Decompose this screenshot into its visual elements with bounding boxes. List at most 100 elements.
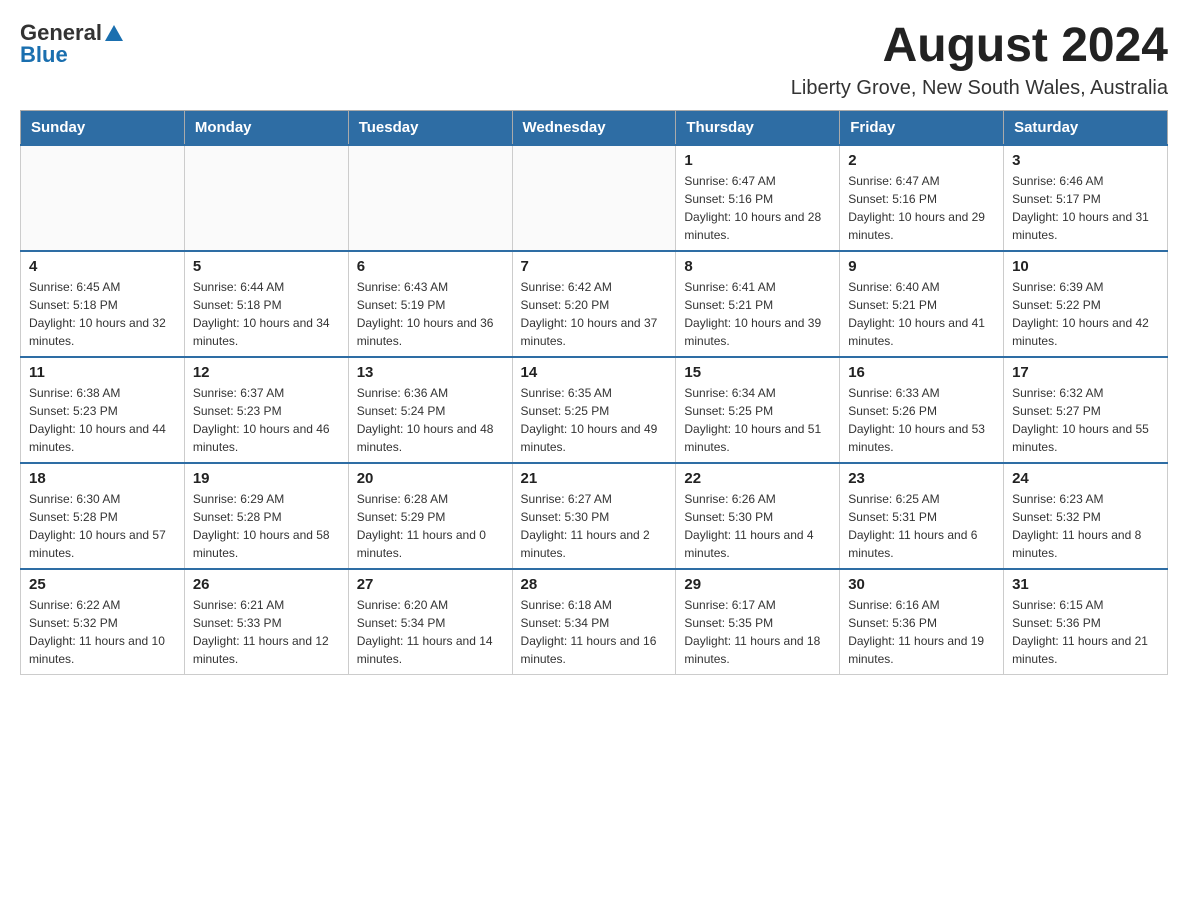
calendar-cell-5-4: 28Sunrise: 6:18 AM Sunset: 5:34 PM Dayli… — [512, 569, 676, 675]
calendar-cell-1-2 — [184, 145, 348, 251]
calendar-header-tuesday: Tuesday — [348, 110, 512, 145]
logo-triangle-icon — [103, 23, 125, 45]
day-number: 24 — [1012, 470, 1159, 487]
calendar-cell-3-1: 11Sunrise: 6:38 AM Sunset: 5:23 PM Dayli… — [21, 357, 185, 463]
calendar-cell-5-5: 29 Sunrise: 6:17 AM Sunset: 5:35 PM Dayli… — [676, 569, 840, 675]
calendar-cell-3-5: 15 Sunrise: 6:34 AM Sunset: 5:25 PM Dayli… — [676, 357, 840, 463]
day-info: Sunrise: 6:22 AM Sunset: 5:32 PM Dayligh… — [29, 596, 176, 668]
day-number: 22 — [684, 470, 831, 487]
week-row-5: 25Sunrise: 6:22 AM Sunset: 5:32 PM Dayli… — [21, 569, 1168, 675]
calendar-cell-5-7: 31 Sunrise: 6:15 AM Sunset: 5:36 PM Dayli… — [1004, 569, 1168, 675]
calendar-cell-1-1 — [21, 145, 185, 251]
day-info: Sunrise: 6:20 AM Sunset: 5:34 PM Dayligh… — [357, 596, 504, 668]
calendar-cell-5-3: 27 Sunrise: 6:20 AM Sunset: 5:34 PM Dayli… — [348, 569, 512, 675]
day-info: Sunrise: 6:33 AM Sunset: 5:26 PM Dayligh… — [848, 384, 995, 456]
day-info: Sunrise: 6:44 AM Sunset: 5:18 PM Dayligh… — [193, 278, 340, 350]
calendar-header-monday: Monday — [184, 110, 348, 145]
week-row-2: 4 Sunrise: 6:45 AM Sunset: 5:18 PM Daylig… — [21, 251, 1168, 357]
title-area: August 2024 Liberty Grove, New South Wal… — [791, 20, 1168, 100]
day-number: 16 — [848, 364, 995, 381]
day-number: 30 — [848, 576, 995, 593]
calendar-cell-1-3 — [348, 145, 512, 251]
week-row-1: 1 Sunrise: 6:47 AM Sunset: 5:16 PM Daylig… — [21, 145, 1168, 251]
day-number: 29 — [684, 576, 831, 593]
calendar-cell-2-5: 8Sunrise: 6:41 AM Sunset: 5:21 PM Daylig… — [676, 251, 840, 357]
calendar-cell-3-6: 16 Sunrise: 6:33 AM Sunset: 5:26 PM Dayli… — [840, 357, 1004, 463]
calendar-header-row: SundayMondayTuesdayWednesdayThursdayFrid… — [21, 110, 1168, 145]
day-info: Sunrise: 6:27 AM Sunset: 5:30 PM Dayligh… — [521, 490, 668, 562]
calendar-cell-2-2: 5 Sunrise: 6:44 AM Sunset: 5:18 PM Daylig… — [184, 251, 348, 357]
day-number: 9 — [848, 258, 995, 275]
day-number: 4 — [29, 258, 176, 275]
day-info: Sunrise: 6:43 AM Sunset: 5:19 PM Dayligh… — [357, 278, 504, 350]
calendar-cell-5-6: 30 Sunrise: 6:16 AM Sunset: 5:36 PM Dayli… — [840, 569, 1004, 675]
day-number: 23 — [848, 470, 995, 487]
calendar-cell-2-4: 7 Sunrise: 6:42 AM Sunset: 5:20 PM Daylig… — [512, 251, 676, 357]
day-info: Sunrise: 6:47 AM Sunset: 5:16 PM Dayligh… — [684, 172, 831, 244]
day-info: Sunrise: 6:35 AM Sunset: 5:25 PM Dayligh… — [521, 384, 668, 456]
day-info: Sunrise: 6:18 AM Sunset: 5:34 PM Dayligh… — [521, 596, 668, 668]
week-row-3: 11Sunrise: 6:38 AM Sunset: 5:23 PM Dayli… — [21, 357, 1168, 463]
day-info: Sunrise: 6:16 AM Sunset: 5:36 PM Dayligh… — [848, 596, 995, 668]
day-info: Sunrise: 6:39 AM Sunset: 5:22 PM Dayligh… — [1012, 278, 1159, 350]
day-number: 18 — [29, 470, 176, 487]
day-number: 3 — [1012, 152, 1159, 169]
day-info: Sunrise: 6:23 AM Sunset: 5:32 PM Dayligh… — [1012, 490, 1159, 562]
calendar-cell-4-4: 21 Sunrise: 6:27 AM Sunset: 5:30 PM Dayli… — [512, 463, 676, 569]
day-number: 13 — [357, 364, 504, 381]
day-info: Sunrise: 6:30 AM Sunset: 5:28 PM Dayligh… — [29, 490, 176, 562]
calendar-header-thursday: Thursday — [676, 110, 840, 145]
day-number: 19 — [193, 470, 340, 487]
day-info: Sunrise: 6:34 AM Sunset: 5:25 PM Dayligh… — [684, 384, 831, 456]
day-number: 8 — [684, 258, 831, 275]
day-info: Sunrise: 6:32 AM Sunset: 5:27 PM Dayligh… — [1012, 384, 1159, 456]
day-number: 11 — [29, 364, 176, 381]
day-info: Sunrise: 6:17 AM Sunset: 5:35 PM Dayligh… — [684, 596, 831, 668]
calendar-cell-3-2: 12Sunrise: 6:37 AM Sunset: 5:23 PM Dayli… — [184, 357, 348, 463]
calendar-cell-5-1: 25Sunrise: 6:22 AM Sunset: 5:32 PM Dayli… — [21, 569, 185, 675]
day-info: Sunrise: 6:21 AM Sunset: 5:33 PM Dayligh… — [193, 596, 340, 668]
header: General Blue August 2024 Liberty Grove, … — [20, 20, 1168, 100]
day-info: Sunrise: 6:29 AM Sunset: 5:28 PM Dayligh… — [193, 490, 340, 562]
calendar-cell-4-6: 23Sunrise: 6:25 AM Sunset: 5:31 PM Dayli… — [840, 463, 1004, 569]
day-number: 21 — [521, 470, 668, 487]
calendar-cell-3-7: 17Sunrise: 6:32 AM Sunset: 5:27 PM Dayli… — [1004, 357, 1168, 463]
calendar-cell-4-7: 24 Sunrise: 6:23 AM Sunset: 5:32 PM Dayli… — [1004, 463, 1168, 569]
calendar-header-friday: Friday — [840, 110, 1004, 145]
day-number: 14 — [521, 364, 668, 381]
day-info: Sunrise: 6:37 AM Sunset: 5:23 PM Dayligh… — [193, 384, 340, 456]
day-number: 6 — [357, 258, 504, 275]
calendar-cell-4-2: 19 Sunrise: 6:29 AM Sunset: 5:28 PM Dayli… — [184, 463, 348, 569]
logo: General Blue — [20, 20, 125, 68]
day-number: 26 — [193, 576, 340, 593]
calendar-cell-1-7: 3 Sunrise: 6:46 AM Sunset: 5:17 PM Daylig… — [1004, 145, 1168, 251]
day-number: 5 — [193, 258, 340, 275]
day-info: Sunrise: 6:46 AM Sunset: 5:17 PM Dayligh… — [1012, 172, 1159, 244]
day-number: 31 — [1012, 576, 1159, 593]
day-info: Sunrise: 6:45 AM Sunset: 5:18 PM Dayligh… — [29, 278, 176, 350]
day-number: 15 — [684, 364, 831, 381]
day-info: Sunrise: 6:36 AM Sunset: 5:24 PM Dayligh… — [357, 384, 504, 456]
day-number: 27 — [357, 576, 504, 593]
calendar-cell-2-1: 4 Sunrise: 6:45 AM Sunset: 5:18 PM Daylig… — [21, 251, 185, 357]
calendar-cell-4-1: 18 Sunrise: 6:30 AM Sunset: 5:28 PM Dayli… — [21, 463, 185, 569]
calendar-cell-2-3: 6 Sunrise: 6:43 AM Sunset: 5:19 PM Daylig… — [348, 251, 512, 357]
calendar: SundayMondayTuesdayWednesdayThursdayFrid… — [20, 110, 1168, 675]
week-row-4: 18 Sunrise: 6:30 AM Sunset: 5:28 PM Dayli… — [21, 463, 1168, 569]
calendar-cell-1-4 — [512, 145, 676, 251]
day-info: Sunrise: 6:28 AM Sunset: 5:29 PM Dayligh… — [357, 490, 504, 562]
day-number: 1 — [684, 152, 831, 169]
calendar-cell-3-3: 13 Sunrise: 6:36 AM Sunset: 5:24 PM Dayli… — [348, 357, 512, 463]
subtitle: Liberty Grove, New South Wales, Australi… — [791, 77, 1168, 100]
day-info: Sunrise: 6:42 AM Sunset: 5:20 PM Dayligh… — [521, 278, 668, 350]
day-number: 20 — [357, 470, 504, 487]
day-info: Sunrise: 6:15 AM Sunset: 5:36 PM Dayligh… — [1012, 596, 1159, 668]
day-info: Sunrise: 6:26 AM Sunset: 5:30 PM Dayligh… — [684, 490, 831, 562]
page-title: August 2024 — [791, 20, 1168, 73]
calendar-cell-4-3: 20 Sunrise: 6:28 AM Sunset: 5:29 PM Dayli… — [348, 463, 512, 569]
day-number: 7 — [521, 258, 668, 275]
calendar-header-wednesday: Wednesday — [512, 110, 676, 145]
day-number: 10 — [1012, 258, 1159, 275]
calendar-cell-5-2: 26 Sunrise: 6:21 AM Sunset: 5:33 PM Dayli… — [184, 569, 348, 675]
calendar-header-saturday: Saturday — [1004, 110, 1168, 145]
